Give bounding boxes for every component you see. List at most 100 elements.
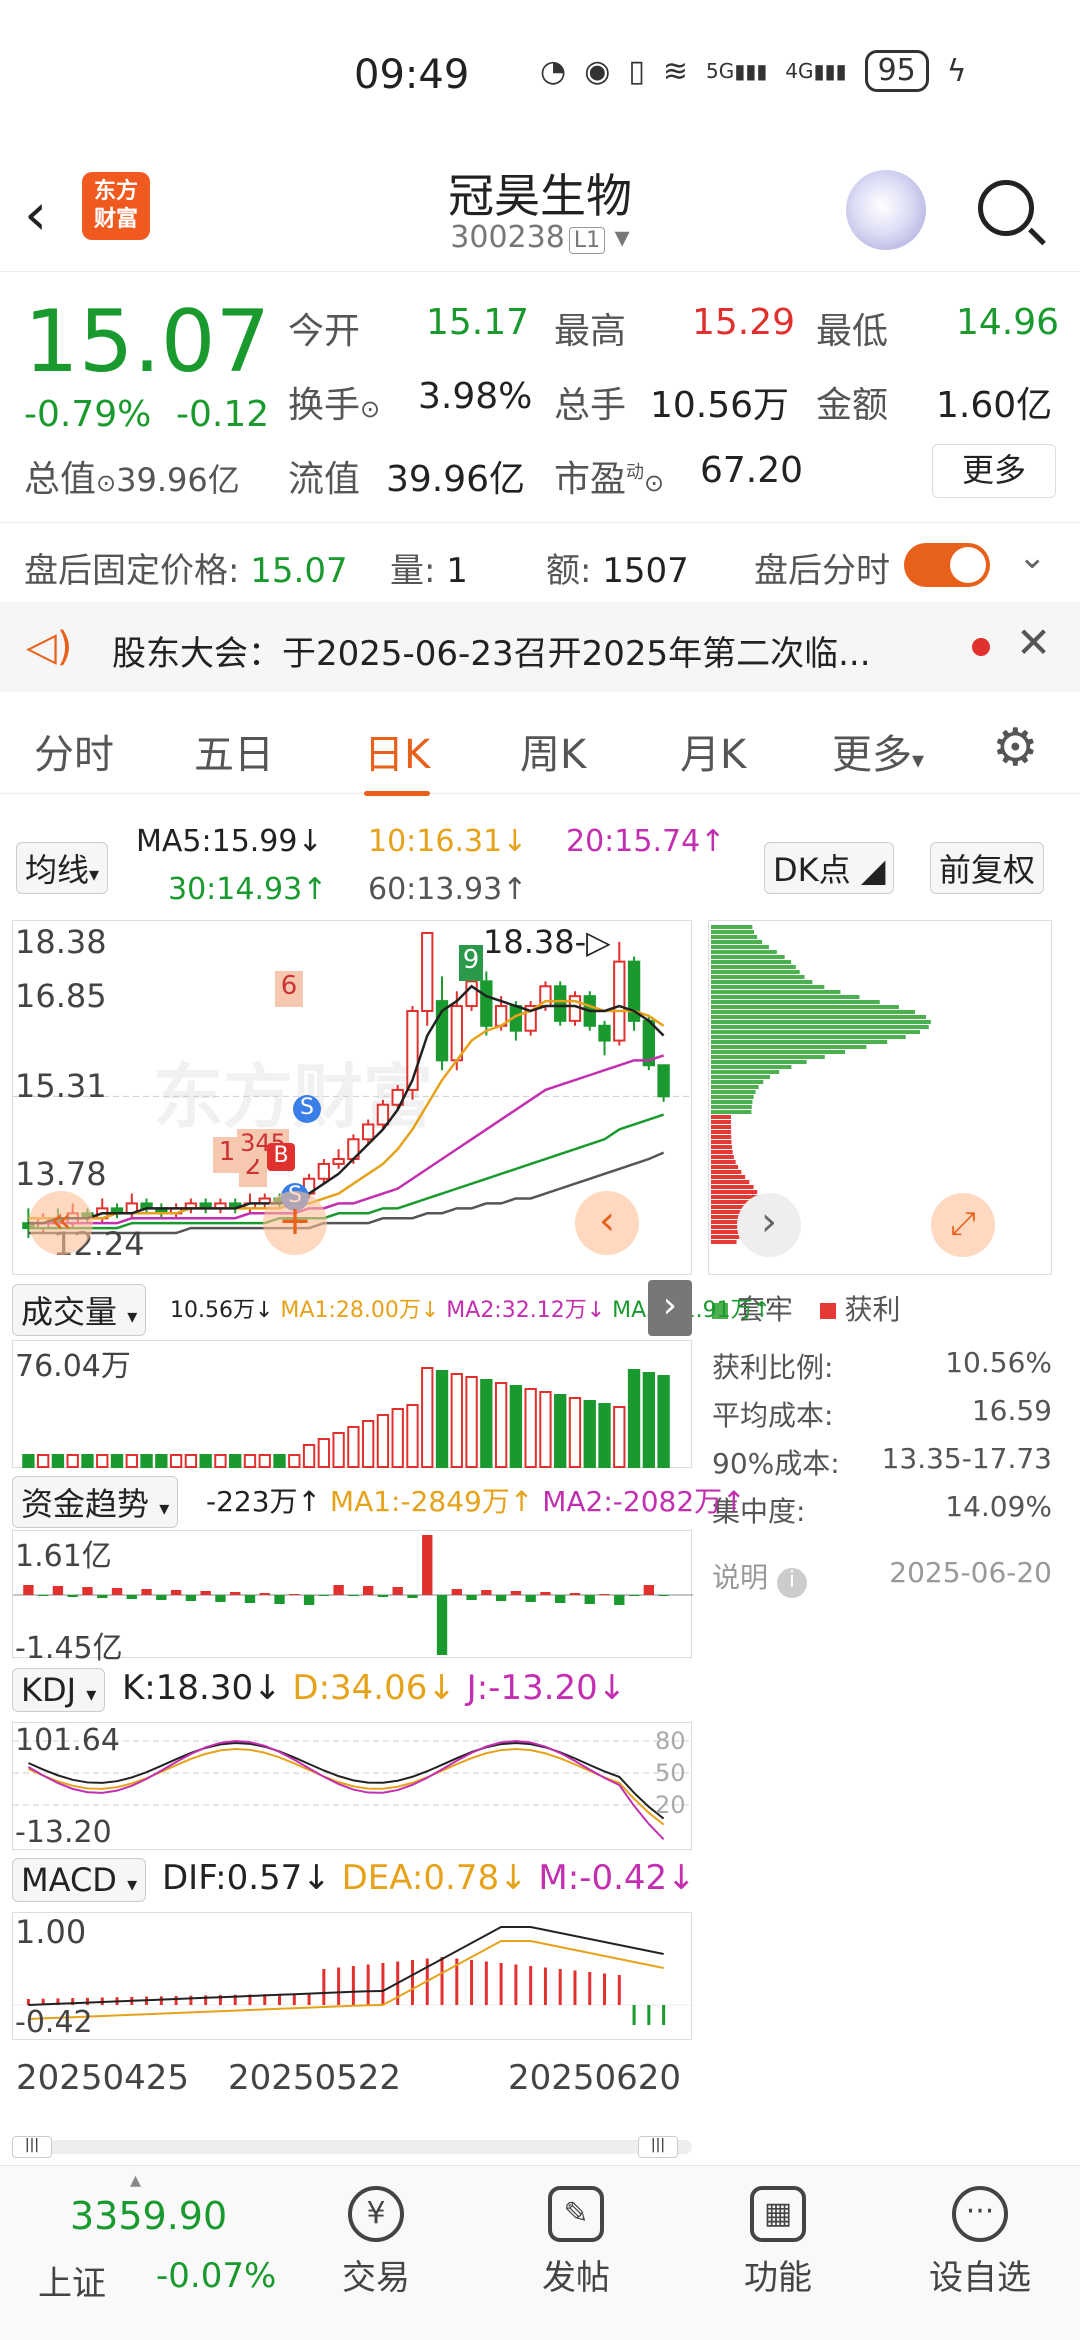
ma20-line xyxy=(28,1054,665,1225)
volume-bar xyxy=(66,1454,79,1468)
fund-bar xyxy=(436,1595,448,1655)
volume-bar xyxy=(421,1367,434,1468)
volume-bar xyxy=(598,1403,611,1468)
tab-weekly-k[interactable]: 周K xyxy=(520,722,586,780)
scroll-track[interactable]: ||| ||| xyxy=(12,2136,692,2158)
macd-select[interactable]: MACD ▾ xyxy=(12,1858,147,1902)
chip-bar xyxy=(711,1080,764,1084)
caret-up-icon: ▴ xyxy=(130,2168,142,2193)
volume-bar xyxy=(169,1454,183,1468)
rewind-icon[interactable]: « xyxy=(29,1191,93,1255)
chip-bar xyxy=(711,1070,780,1074)
notice-bar[interactable]: ◁) 股东大会：于2025-06-23召开2025年第二次临... ✕ xyxy=(0,602,1080,692)
chip-bar xyxy=(711,1055,825,1059)
fund-bar xyxy=(348,1595,359,1596)
volume-bar xyxy=(376,1414,390,1468)
scroll-handle-left[interactable]: ||| xyxy=(12,2136,52,2158)
sell-marker[interactable]: S xyxy=(293,1095,321,1123)
buy-marker[interactable]: B xyxy=(267,1143,295,1171)
open-value: 15.17 xyxy=(426,302,530,343)
expand-icon[interactable]: ⤢ xyxy=(931,1193,995,1257)
nav-post[interactable]: ✎ 发帖 xyxy=(506,2174,646,2299)
tab-monthly-k[interactable]: 月K xyxy=(680,722,746,780)
chip-bar xyxy=(711,1240,737,1244)
crosshair-icon[interactable]: + xyxy=(263,1191,327,1255)
info-icon: i xyxy=(776,1568,807,1598)
ma20-value: 20:15.74↑ xyxy=(566,824,726,859)
chip-row: 集中度: 14.09% xyxy=(712,1490,1052,1528)
kdj-select[interactable]: KDJ ▾ xyxy=(12,1668,106,1712)
fund-bar xyxy=(170,1590,182,1595)
tab-more[interactable]: 更多▾ xyxy=(832,722,924,780)
adjust-button[interactable]: 前复权 xyxy=(930,842,1045,894)
index-change[interactable]: -0.07% xyxy=(156,2256,276,2296)
volume-bar xyxy=(642,1372,656,1468)
after-vol: 量: 1 xyxy=(390,551,468,591)
tab-five-day[interactable]: 五日 xyxy=(194,722,274,780)
after-hours-toggle[interactable] xyxy=(904,543,990,587)
chip-bar xyxy=(711,1040,888,1044)
fund-bar xyxy=(451,1589,462,1595)
amount-label: 金额 xyxy=(816,385,889,426)
collapse-arrow-icon[interactable]: › xyxy=(648,1280,692,1336)
chevron-right-icon[interactable]: › xyxy=(737,1193,801,1257)
tab-daily-k[interactable]: 日K xyxy=(364,722,431,796)
volume-bar xyxy=(229,1454,242,1468)
fund-bar xyxy=(82,1587,93,1595)
search-icon[interactable] xyxy=(978,180,1034,236)
fund-select[interactable]: 资金趋势 ▾ xyxy=(12,1476,179,1528)
chip-row: 获利比例: 10.56% xyxy=(712,1346,1052,1384)
assistant-avatar[interactable] xyxy=(846,170,926,250)
nav-trade[interactable]: ¥ 交易 xyxy=(306,2174,446,2299)
volume-bar xyxy=(96,1454,109,1468)
volume-bar xyxy=(155,1454,168,1468)
left-arrow-icon[interactable]: ‹ xyxy=(575,1191,639,1255)
volume-bar xyxy=(391,1408,404,1468)
dif-line xyxy=(28,1926,664,2006)
unread-dot xyxy=(972,638,990,656)
fund-bar xyxy=(111,1588,123,1595)
volume-bar xyxy=(524,1388,537,1468)
tab-intraday[interactable]: 分时 xyxy=(34,722,114,780)
macd-y-top: 1.00 xyxy=(15,1913,87,1951)
volume-bar xyxy=(288,1454,301,1468)
volume-bar xyxy=(539,1391,552,1468)
high-label: 最高 xyxy=(554,311,627,352)
after-amt: 额: 1507 xyxy=(546,551,689,591)
scroll-handle-right[interactable]: ||| xyxy=(638,2136,678,2158)
fund-bar xyxy=(274,1595,285,1604)
speed-icon: ◔ xyxy=(540,53,567,89)
more-button[interactable]: 更多 xyxy=(932,444,1056,498)
volume-select[interactable]: 成交量 ▾ xyxy=(12,1284,147,1336)
kdj-y-bottom: -13.20 xyxy=(15,1815,112,1850)
chip-distribution: › ⤢ xyxy=(708,920,1052,1275)
ma-select[interactable]: 均线▾ xyxy=(16,842,109,894)
chip-row: 90%成本: 13.35-17.73 xyxy=(712,1442,1052,1480)
fund-bar xyxy=(407,1595,418,1598)
open-label: 今开 xyxy=(288,311,361,352)
ma30-value: 30:14.93↑ xyxy=(168,872,328,907)
volume-bar xyxy=(51,1454,65,1468)
fund-bar xyxy=(215,1595,226,1602)
nav-watchlist[interactable]: ··· 设自选 xyxy=(910,2174,1050,2299)
ma5-value: MA5:15.99↓ xyxy=(136,824,323,859)
volume-bar xyxy=(494,1382,508,1468)
chip-bar xyxy=(711,1060,807,1064)
close-icon[interactable]: ✕ xyxy=(1016,618,1051,667)
gear-icon[interactable]: ⚙ xyxy=(992,718,1039,778)
chip-note-row[interactable]: 说明 i 2025-06-20 xyxy=(712,1556,1052,1604)
volume-bar xyxy=(184,1454,198,1468)
volume-bar xyxy=(22,1454,35,1468)
chip-bar xyxy=(711,1235,740,1239)
volume-bar xyxy=(214,1454,227,1468)
dk-button[interactable]: DK点 ◢ xyxy=(764,842,895,894)
kline-chart[interactable]: 东方财富 18.38 16.85 15.31 13.78 12.24 18.38… xyxy=(12,920,692,1275)
last-price: 15.07 xyxy=(24,292,271,392)
index-value[interactable]: 3359.90 xyxy=(70,2194,227,2238)
pe-label: 市盈动⊙ xyxy=(554,459,665,500)
chevron-down-icon[interactable]: ⌄ xyxy=(1018,537,1047,577)
nav-functions[interactable]: ▦ 功能 xyxy=(708,2174,848,2299)
volume-bar xyxy=(435,1370,449,1468)
index-name[interactable]: 上证 xyxy=(38,2256,106,2305)
chip-bar xyxy=(711,1185,754,1189)
